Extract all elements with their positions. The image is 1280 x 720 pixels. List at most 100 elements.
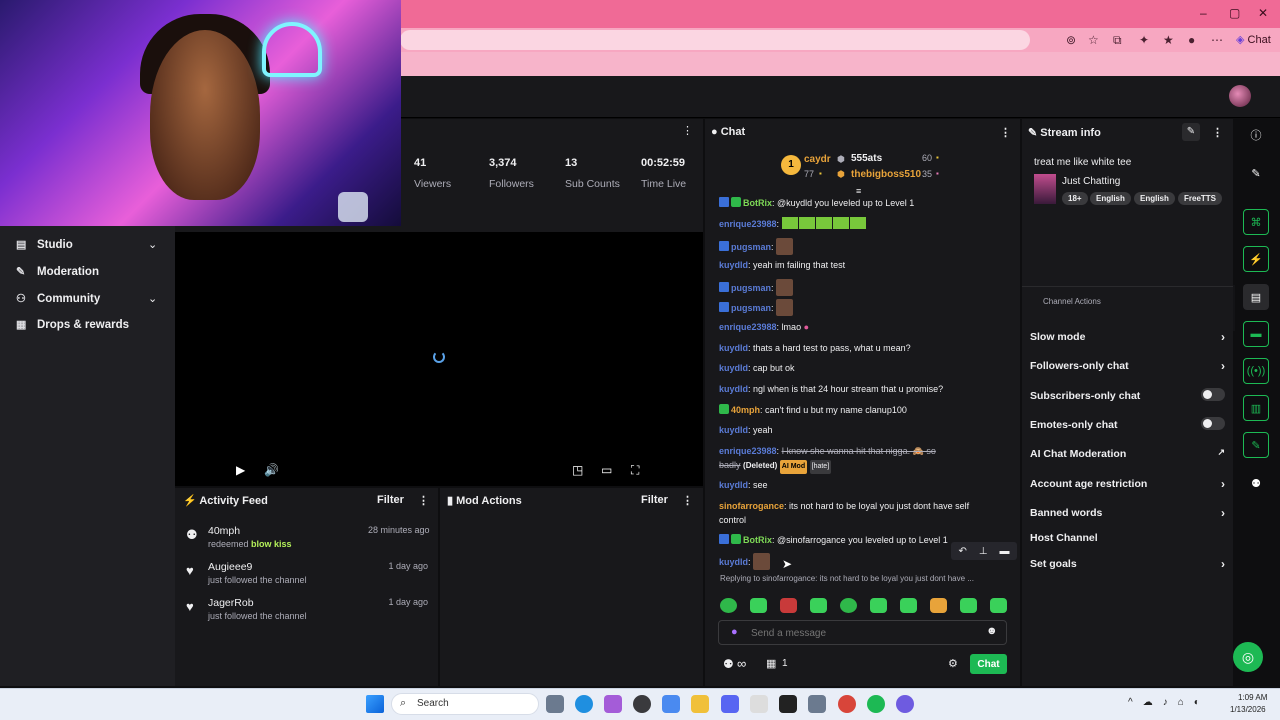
broadcast-icon[interactable]: ((•)): [1243, 358, 1269, 384]
tray-icons[interactable]: ^☁♪⌂◐: [1128, 697, 1210, 708]
edit-icon[interactable]: ✎: [1243, 160, 1269, 186]
emoji-icon[interactable]: ☻: [986, 625, 998, 637]
app-icon[interactable]: [779, 695, 797, 713]
chat-send-button[interactable]: Chat: [970, 654, 1007, 674]
chat-user[interactable]: kuydld: [719, 260, 748, 270]
fullscreen-icon[interactable]: ⛶: [631, 463, 639, 478]
setting-banned-words[interactable]: Banned words ›: [1030, 506, 1225, 520]
more-vertical-icon[interactable]: ⋮: [1000, 126, 1011, 139]
chat-input[interactable]: [751, 624, 971, 642]
emote-icon[interactable]: [750, 598, 767, 613]
more-icon[interactable]: ⋯: [1211, 33, 1223, 47]
document-icon[interactable]: ▤: [1243, 284, 1269, 310]
chat-user[interactable]: enrique23988: [719, 219, 777, 229]
taskbar-search[interactable]: ⌕ Search: [391, 693, 539, 715]
chat-user[interactable]: BotRix: [743, 535, 772, 545]
mic-icon[interactable]: ●: [731, 626, 738, 638]
chat-user[interactable]: kuydld: [719, 425, 748, 435]
chevron-down-icon[interactable]: ⌄: [148, 292, 157, 305]
setting-followers-only[interactable]: Followers-only chat ›: [1030, 359, 1225, 373]
chat-user[interactable]: pugsman: [731, 242, 771, 252]
close-icon[interactable]: ✕: [1258, 6, 1268, 20]
setting-set-goals[interactable]: Set goals ›: [1030, 557, 1225, 571]
favorites-icon[interactable]: ★: [1163, 33, 1174, 47]
minimize-icon[interactable]: –: [1200, 6, 1207, 20]
feed-user[interactable]: 40mph: [208, 525, 240, 537]
wrench-icon[interactable]: ✎: [1243, 432, 1269, 458]
subscribers-only-toggle[interactable]: [1201, 388, 1225, 401]
favorite-icon[interactable]: ☆: [1088, 33, 1099, 47]
pin-icon[interactable]: ⊥: [979, 546, 988, 557]
chat-user[interactable]: BotRix: [743, 198, 772, 208]
sidebar-item-community[interactable]: ⚇ Community: [16, 292, 100, 306]
edge-icon[interactable]: [575, 695, 593, 713]
tag-pill[interactable]: FreeTTS: [1178, 192, 1223, 205]
emote-icon[interactable]: [870, 598, 887, 613]
setting-slow-mode[interactable]: Slow mode ›: [1030, 330, 1225, 344]
address-bar[interactable]: [400, 30, 1030, 50]
reply-icon[interactable]: ↶: [958, 546, 966, 557]
settings-icon[interactable]: [808, 695, 826, 713]
chrome-icon[interactable]: [838, 695, 856, 713]
extensions-icon[interactable]: ⧉: [1113, 33, 1122, 48]
notepad-icon[interactable]: [750, 695, 768, 713]
chat-user[interactable]: enrique23988: [719, 322, 777, 332]
emote-icon[interactable]: [990, 598, 1007, 613]
play-icon[interactable]: ▶: [236, 463, 245, 477]
edit-icon[interactable]: ✎: [1182, 123, 1200, 141]
chat-user[interactable]: kuydld: [719, 480, 748, 490]
emote-icon[interactable]: [900, 598, 917, 613]
profile-icon[interactable]: ●: [1188, 33, 1195, 47]
chat-user[interactable]: 40mph: [731, 405, 760, 415]
more-vertical-icon[interactable]: ⋮: [1212, 126, 1223, 139]
lightning-icon[interactable]: ⚡: [1243, 246, 1269, 272]
user-avatar[interactable]: [1229, 85, 1251, 107]
trash-icon[interactable]: ▬: [1000, 546, 1010, 557]
emote-icon[interactable]: [840, 598, 857, 613]
chat-user[interactable]: pugsman: [731, 283, 771, 293]
chat-input-box[interactable]: ● ☻: [718, 620, 1007, 645]
maximize-icon[interactable]: ▢: [1229, 6, 1240, 20]
chat-user[interactable]: kuydld: [719, 384, 748, 394]
tag-pill[interactable]: 18+: [1062, 192, 1088, 205]
emote-icon[interactable]: [720, 598, 737, 613]
chat-icon[interactable]: ▬: [1243, 321, 1269, 347]
emote-icon[interactable]: [930, 598, 947, 613]
sidebar-item-studio[interactable]: ▤ Studio: [16, 238, 73, 252]
puzzle-icon[interactable]: ✦: [1139, 33, 1149, 47]
clock-date[interactable]: 1/13/2026: [1230, 705, 1266, 714]
chat-user[interactable]: kuydld: [719, 557, 748, 567]
setting-account-age[interactable]: Account age restriction ›: [1030, 477, 1225, 491]
collapse-icon[interactable]: ≡: [856, 186, 861, 196]
setting-ai-moderation[interactable]: AI Chat Moderation ↗: [1030, 447, 1225, 460]
theatre-icon[interactable]: ▭: [601, 463, 612, 477]
emote-icon[interactable]: [810, 598, 827, 613]
chevron-down-icon[interactable]: ⌄: [148, 238, 157, 251]
activity-filter-button[interactable]: Filter: [377, 494, 404, 506]
emote-icon[interactable]: [780, 598, 797, 613]
support-fab[interactable]: ◎: [1233, 642, 1263, 672]
copilot-icon[interactable]: [604, 695, 622, 713]
sidebar-item-drops[interactable]: ▦ Drops & rewards: [16, 318, 129, 332]
spotify-icon[interactable]: [867, 695, 885, 713]
chat-user[interactable]: sinofarrogance: [719, 501, 784, 511]
pip-icon[interactable]: ◳: [572, 463, 583, 477]
clip-icon[interactable]: ⌘: [1243, 209, 1269, 235]
chat-user[interactable]: kuydld: [719, 343, 748, 353]
store-icon[interactable]: [662, 695, 680, 713]
chat-user[interactable]: pugsman: [731, 303, 771, 313]
more-vertical-icon[interactable]: ⋮: [682, 124, 693, 137]
chat-user[interactable]: kuydld: [719, 363, 748, 373]
windows-start-icon[interactable]: [366, 695, 384, 713]
app-icon[interactable]: [896, 695, 914, 713]
emotes-only-toggle[interactable]: [1201, 417, 1225, 430]
stream-category[interactable]: Just Chatting: [1062, 176, 1120, 187]
task-view-icon[interactable]: [546, 695, 564, 713]
copilot-chat-button[interactable]: ◈ Chat: [1236, 33, 1271, 46]
layout-icon[interactable]: ▥: [1243, 395, 1269, 421]
feed-user[interactable]: Augieee9: [208, 561, 252, 573]
chat-user[interactable]: enrique23988: [719, 446, 777, 456]
volume-icon[interactable]: 🔊: [264, 463, 279, 477]
channel-points-icon[interactable]: ⚉: [723, 657, 734, 671]
app-icon[interactable]: [633, 695, 651, 713]
